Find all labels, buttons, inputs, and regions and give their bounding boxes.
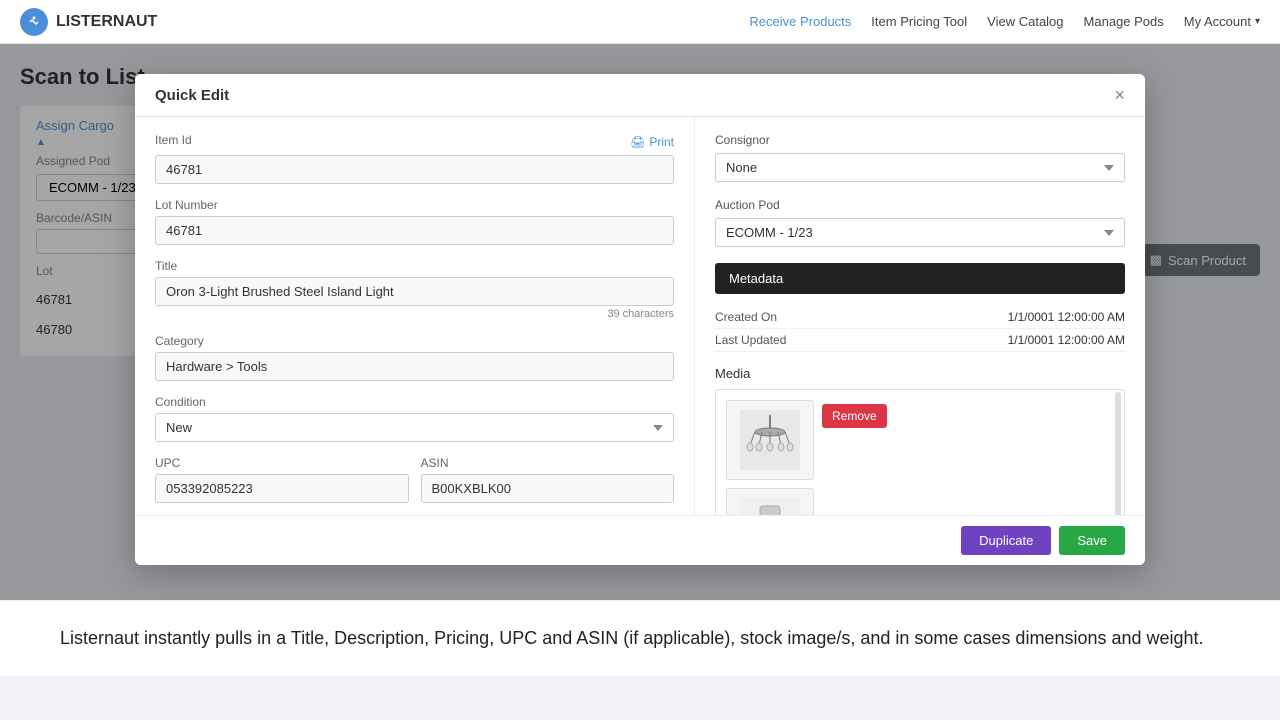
duplicate-button[interactable]: Duplicate xyxy=(961,526,1051,555)
metadata-header: Metadata xyxy=(715,263,1125,294)
modal-overlay: Quick Edit × Item Id 🖨 Print xyxy=(0,44,1280,600)
brand: LISTERNAUT xyxy=(20,8,157,36)
category-label: Category xyxy=(155,334,674,348)
asin-input[interactable] xyxy=(421,474,675,503)
upc-group: UPC xyxy=(155,456,409,503)
consignor-group: Consignor None xyxy=(715,133,1125,182)
item-id-group xyxy=(155,155,674,184)
modal-left-column: Item Id 🖨 Print Lot Number xyxy=(135,117,695,565)
nav-view-catalog[interactable]: View Catalog xyxy=(987,14,1063,29)
upc-asin-row: UPC ASIN xyxy=(155,456,674,517)
auction-pod-select[interactable]: ECOMM - 1/23 xyxy=(715,218,1125,247)
asin-label: ASIN xyxy=(421,456,675,470)
metadata-created-row: Created On 1/1/0001 12:00:00 AM xyxy=(715,306,1125,329)
consignor-select[interactable]: None xyxy=(715,153,1125,182)
last-updated-label: Last Updated xyxy=(715,333,786,347)
lot-number-label: Lot Number xyxy=(155,198,674,212)
condition-select[interactable]: New Used Refurbished For Parts xyxy=(155,413,674,442)
title-label: Title xyxy=(155,259,674,273)
bottom-description: Listernaut instantly pulls in a Title, D… xyxy=(0,600,1280,676)
lot-number-group: Lot Number xyxy=(155,198,674,245)
media-remove-button[interactable]: Remove xyxy=(822,404,887,428)
upc-label: UPC xyxy=(155,456,409,470)
nav-receive-products[interactable]: Receive Products xyxy=(749,14,851,29)
condition-label: Condition xyxy=(155,395,674,409)
printer-icon: 🖨 xyxy=(630,135,645,149)
lot-number-input[interactable] xyxy=(155,216,674,245)
metadata-updated-row: Last Updated 1/1/0001 12:00:00 AM xyxy=(715,329,1125,352)
nav-links: Receive Products Item Pricing Tool View … xyxy=(749,14,1260,29)
navbar: LISTERNAUT Receive Products Item Pricing… xyxy=(0,0,1280,44)
item-id-input[interactable] xyxy=(155,155,674,184)
category-input[interactable] xyxy=(155,352,674,381)
char-count: 39 characters xyxy=(155,308,674,320)
my-account-label: My Account xyxy=(1184,14,1251,29)
brand-icon xyxy=(20,8,48,36)
auction-pod-group: Auction Pod ECOMM - 1/23 xyxy=(715,198,1125,247)
media-thumb-1 xyxy=(726,400,814,480)
modal-footer: Duplicate Save xyxy=(135,515,1145,565)
upc-input[interactable] xyxy=(155,474,409,503)
print-link[interactable]: 🖨 Print xyxy=(630,135,674,149)
created-on-value: 1/1/0001 12:00:00 AM xyxy=(1008,310,1125,324)
bottom-text-paragraph: Listernaut instantly pulls in a Title, D… xyxy=(60,625,1220,652)
item-id-label: Item Id xyxy=(155,133,192,147)
asin-group: ASIN xyxy=(421,456,675,503)
last-updated-value: 1/1/0001 12:00:00 AM xyxy=(1008,333,1125,347)
nav-manage-pods[interactable]: Manage Pods xyxy=(1084,14,1164,29)
brand-name: LISTERNAUT xyxy=(56,13,157,31)
print-label: Print xyxy=(649,135,674,149)
category-group: Category xyxy=(155,334,674,381)
save-button[interactable]: Save xyxy=(1059,526,1125,555)
created-on-label: Created On xyxy=(715,310,777,324)
title-group: Title 39 characters xyxy=(155,259,674,320)
item-id-row: Item Id 🖨 Print xyxy=(155,133,674,151)
page-background: Scan to List Assign Cargo ▲ Assigned Pod… xyxy=(0,44,1280,600)
modal-right-column: Consignor None Auction Pod ECOMM - 1/23 … xyxy=(695,117,1145,565)
media-header: Media xyxy=(715,366,1125,381)
nav-item-pricing-tool[interactable]: Item Pricing Tool xyxy=(871,14,967,29)
modal-body: Item Id 🖨 Print Lot Number xyxy=(135,117,1145,565)
auction-pod-label: Auction Pod xyxy=(715,198,1125,212)
media-grid: Remove xyxy=(726,400,1114,480)
modal-close-button[interactable]: × xyxy=(1114,86,1125,104)
title-input[interactable] xyxy=(155,277,674,306)
modal-header: Quick Edit × xyxy=(135,74,1145,117)
consignor-label: Consignor xyxy=(715,133,1125,147)
modal-title: Quick Edit xyxy=(155,87,229,104)
quick-edit-modal: Quick Edit × Item Id 🖨 Print xyxy=(135,74,1145,565)
condition-group: Condition New Used Refurbished For Parts xyxy=(155,395,674,442)
my-account-menu[interactable]: My Account ▾ xyxy=(1184,14,1260,29)
chevron-down-icon: ▾ xyxy=(1255,16,1260,27)
